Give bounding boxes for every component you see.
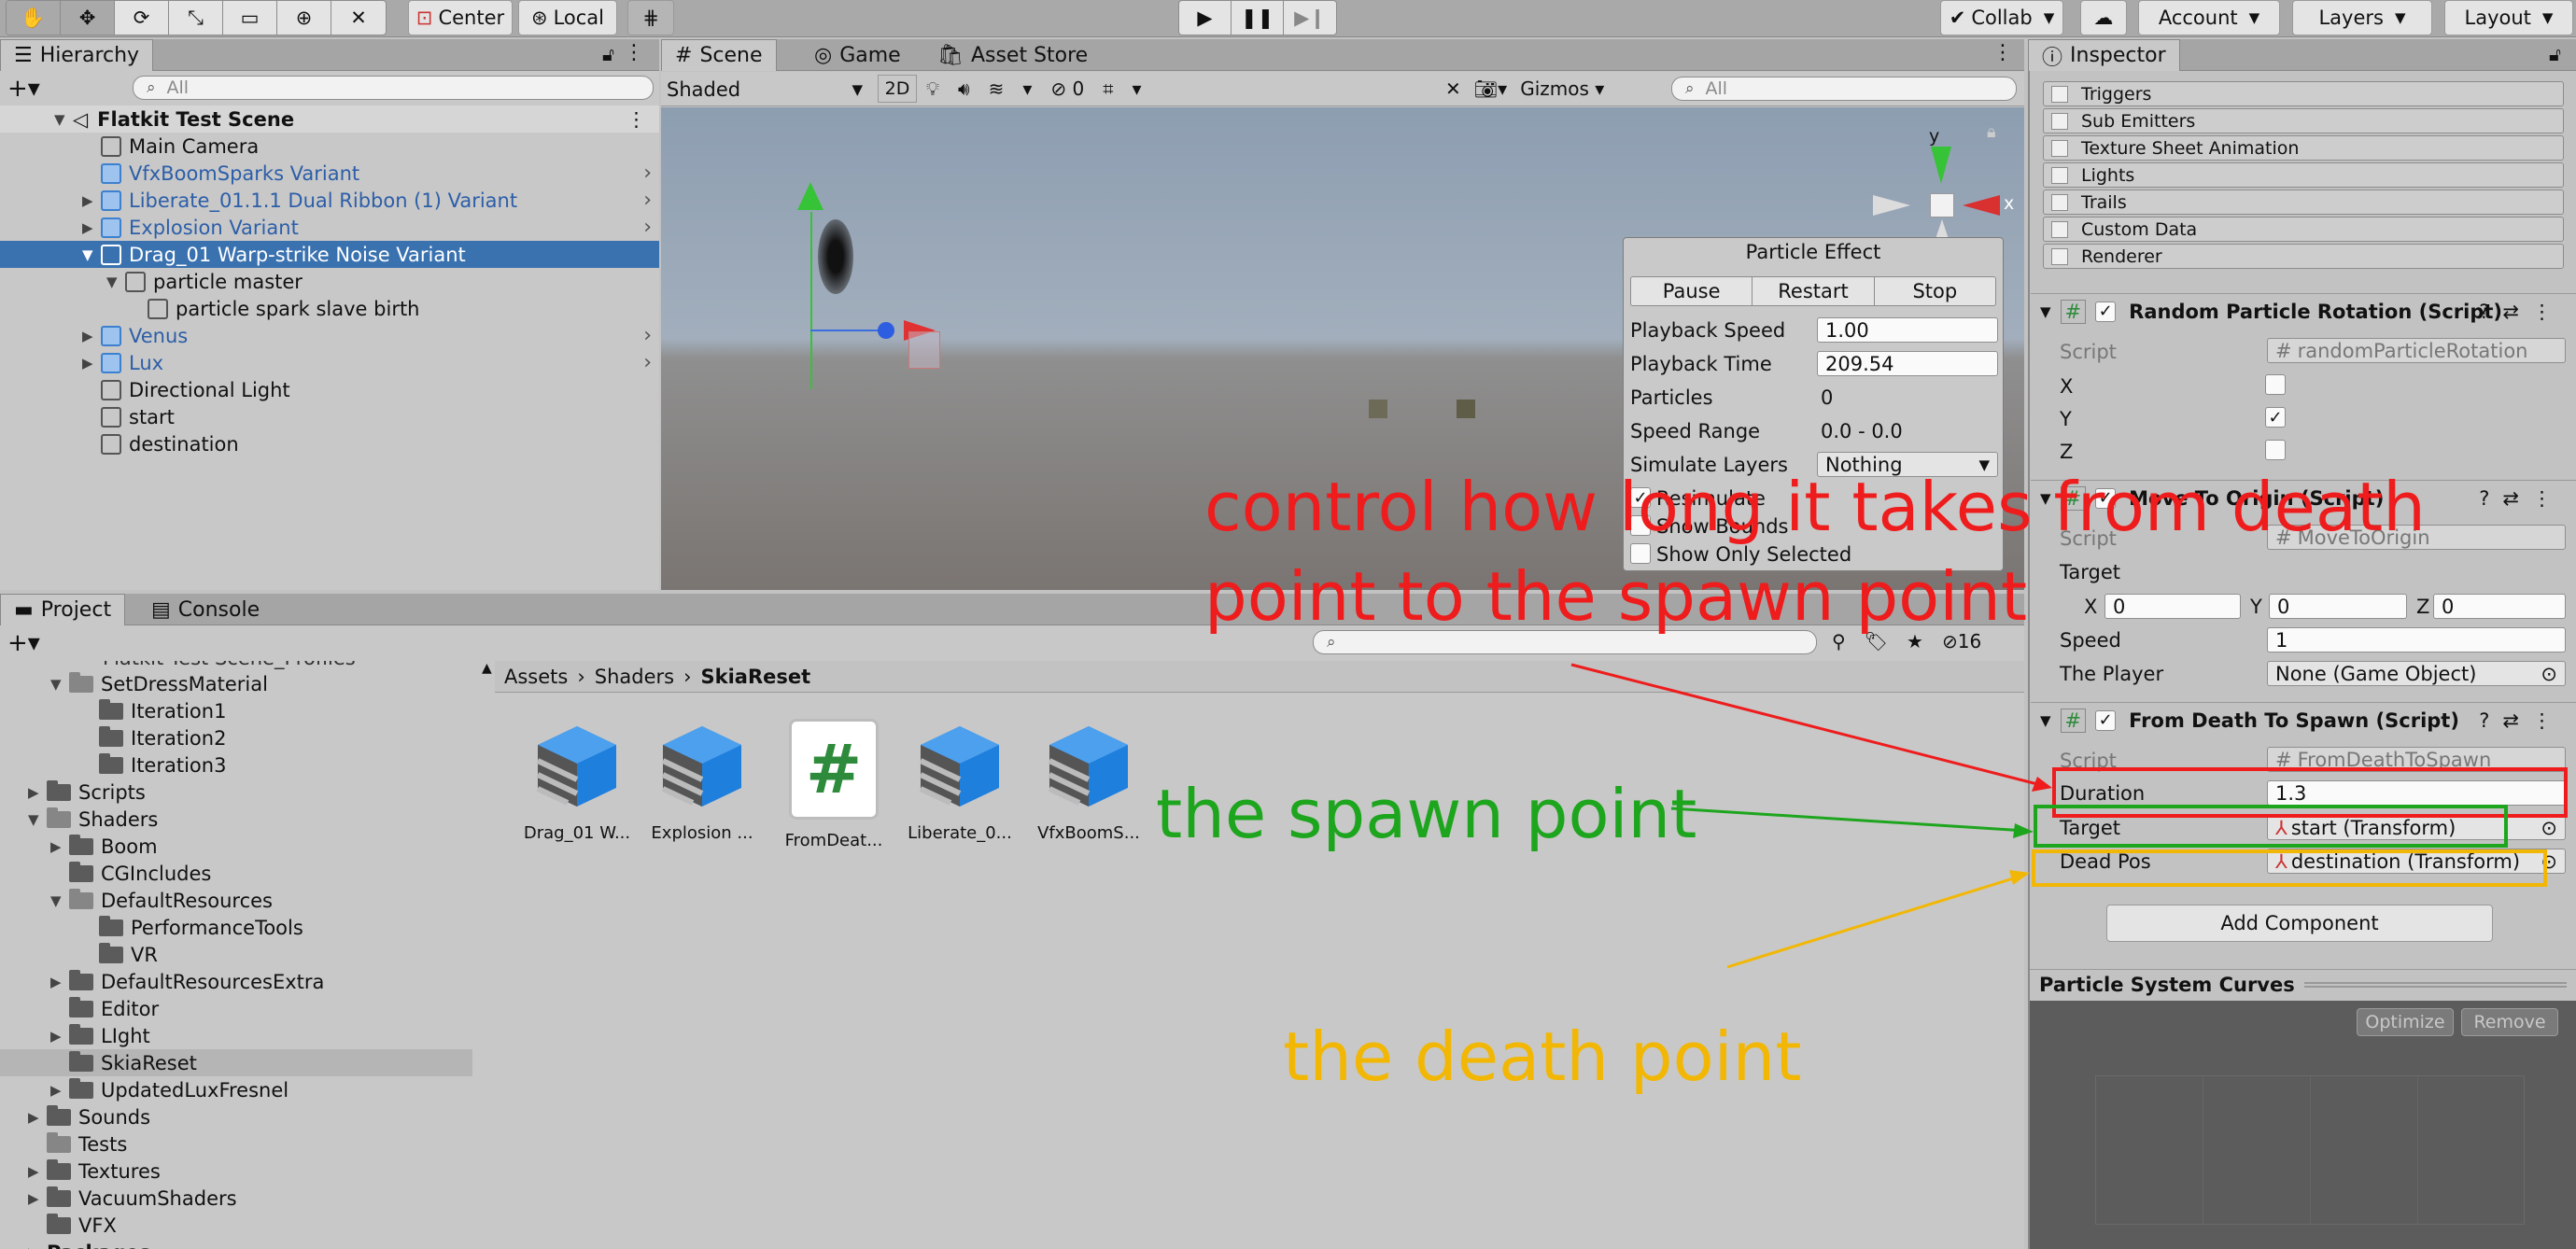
green-arrow-line <box>1670 807 2027 833</box>
green-annotation: the spawn point <box>1156 775 1697 853</box>
red-arrow-line <box>1570 663 2046 788</box>
red-annotation-line1: control how long it takes from death <box>1204 468 2426 546</box>
yellow-arrow-line <box>1726 874 2023 969</box>
red-annotation: control how long it takes from death poi… <box>1204 467 2426 637</box>
red-arrowhead <box>2032 777 2052 792</box>
yellow-annotation: the death point <box>1283 1017 1802 1096</box>
yellow-arrowhead <box>2009 870 2030 885</box>
green-arrowhead <box>2013 823 2034 838</box>
red-annotation-line2: point to the spawn point <box>1204 557 2028 636</box>
